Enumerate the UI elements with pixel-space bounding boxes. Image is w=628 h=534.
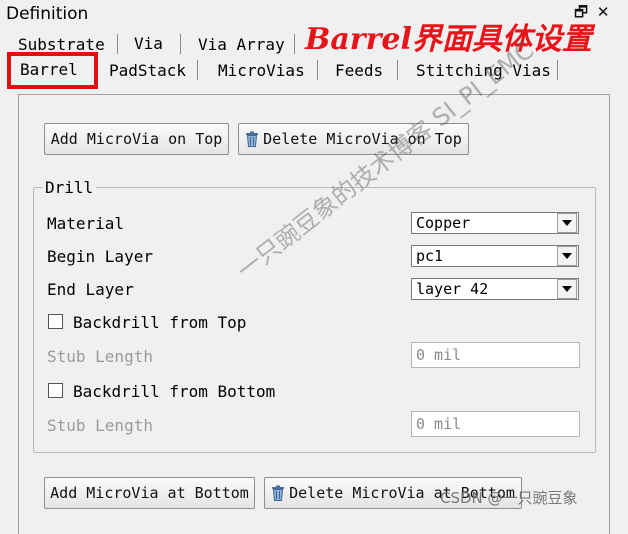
backdrill-bottom-checkbox[interactable] [48, 383, 63, 398]
begin-layer-select[interactable]: pc1 [411, 245, 579, 267]
tab-padstack[interactable]: PadStack [109, 61, 186, 80]
delete-microvia-top-button[interactable]: Delete MicroVia on Top [238, 123, 469, 155]
backdrill-bottom-label: Backdrill from Bottom [73, 382, 276, 401]
dropdown-arrow-icon[interactable] [557, 279, 577, 299]
drill-group-label: Drill [42, 178, 97, 197]
trash-icon [246, 131, 259, 147]
dropdown-arrow-icon[interactable] [557, 213, 577, 233]
stub-length-top-value: 0 mil [416, 346, 462, 364]
add-microvia-top-label: Add MicroVia on Top [50, 130, 223, 148]
delete-microvia-bottom-label: Delete MicroVia at Bottom [289, 484, 515, 502]
add-microvia-bottom-button[interactable]: Add MicroVia at Bottom [44, 477, 255, 509]
material-label: Material [47, 214, 125, 233]
tab-stitching-vias[interactable]: Stitching Vias [416, 61, 551, 80]
end-layer-label: End Layer [47, 280, 134, 299]
end-layer-select[interactable]: layer 42 [411, 278, 579, 300]
material-value: Copper [416, 214, 471, 232]
begin-layer-value: pc1 [416, 247, 444, 265]
delete-microvia-top-label: Delete MicroVia on Top [263, 130, 462, 148]
backdrill-top-label: Backdrill from Top [73, 313, 247, 332]
tab-divider [557, 60, 558, 80]
add-microvia-bottom-label: Add MicroVia at Bottom [50, 484, 249, 502]
tab-divider [317, 60, 318, 80]
tab-divider [180, 34, 181, 54]
annotation-callout: Barrel界面具体设置 [305, 22, 592, 57]
tab-microvias[interactable]: MicroVias [218, 61, 305, 80]
tab-divider [197, 60, 198, 80]
tab-via[interactable]: Via [134, 34, 163, 53]
tab-barrel[interactable]: Barrel [20, 60, 78, 79]
stub-length-bottom-input[interactable]: 0 mil [411, 411, 580, 437]
material-select[interactable]: Copper [411, 212, 579, 234]
stub-length-bottom-value: 0 mil [416, 415, 462, 433]
add-microvia-top-button[interactable]: Add MicroVia on Top [44, 123, 229, 155]
begin-layer-label: Begin Layer [47, 247, 153, 266]
window-title: Definition [6, 4, 89, 24]
tab-divider [117, 34, 118, 54]
end-layer-value: layer 42 [416, 280, 489, 298]
stub-length-top-input[interactable]: 0 mil [411, 342, 580, 368]
tab-divider [397, 60, 398, 80]
tab-feeds[interactable]: Feeds [335, 61, 383, 80]
backdrill-top-checkbox[interactable] [48, 314, 63, 329]
stub-length-bottom-label: Stub Length [47, 416, 153, 435]
tab-via-array[interactable]: Via Array [198, 35, 285, 54]
stub-length-top-label: Stub Length [47, 347, 153, 366]
tab-divider [294, 34, 295, 54]
delete-microvia-bottom-button[interactable]: Delete MicroVia at Bottom [264, 477, 522, 509]
dropdown-arrow-icon[interactable] [557, 246, 577, 266]
trash-icon [272, 485, 285, 501]
